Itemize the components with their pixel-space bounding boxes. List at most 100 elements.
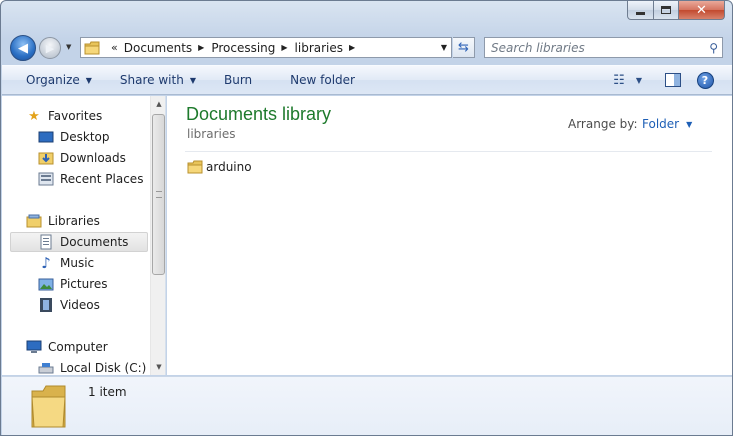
caption-buttons: ✕ xyxy=(627,1,725,20)
breadcrumb-separator-icon[interactable]: ▶ xyxy=(281,43,287,52)
search-placeholder: Search libraries xyxy=(491,40,585,55)
documents-icon xyxy=(40,234,52,250)
grip-icon xyxy=(156,191,162,198)
breadcrumb-overflow[interactable]: « xyxy=(111,41,118,54)
music-icon: ♪ xyxy=(41,254,51,272)
breadcrumb-processing[interactable]: Processing ▶ xyxy=(211,41,294,55)
share-with-label: Share with xyxy=(119,73,184,87)
nav-downloads[interactable]: Downloads xyxy=(38,148,126,168)
share-with-button[interactable]: Share with ▼ xyxy=(112,68,204,92)
scroll-thumb[interactable] xyxy=(152,114,165,275)
burn-label: Burn xyxy=(223,73,253,87)
navigation-pane: ★ Favorites Desktop Downloads Recent Pla… xyxy=(2,96,166,375)
organize-button[interactable]: Organize ▼ xyxy=(18,68,100,92)
refresh-button[interactable]: ⇆ xyxy=(453,37,475,58)
item-count: 1 item xyxy=(88,385,127,399)
scroll-up-icon[interactable]: ▲ xyxy=(151,96,165,112)
breadcrumb-label: Processing xyxy=(211,40,276,55)
help-icon: ? xyxy=(696,71,714,89)
nav-label: Favorites xyxy=(48,109,103,123)
close-icon: ✕ xyxy=(696,2,707,18)
videos-icon xyxy=(40,298,52,312)
nav-documents[interactable]: Documents xyxy=(10,232,148,252)
organize-label: Organize xyxy=(26,73,80,87)
folder-icon xyxy=(31,385,66,428)
preview-pane-button[interactable] xyxy=(660,69,686,91)
nav-label: Videos xyxy=(60,298,100,312)
search-input[interactable]: Search libraries ⚲ xyxy=(484,37,723,58)
chevron-down-icon: ▼ xyxy=(686,119,693,129)
nav-local-disk[interactable]: Local Disk (C:) xyxy=(38,358,146,375)
nav-libraries[interactable]: Libraries xyxy=(26,211,100,231)
new-folder-button[interactable]: New folder xyxy=(282,68,363,92)
nav-desktop[interactable]: Desktop xyxy=(38,127,110,147)
nav-music[interactable]: ♪ Music xyxy=(38,253,94,273)
help-button[interactable]: ? xyxy=(692,69,718,91)
breadcrumb-label: Documents xyxy=(123,40,193,55)
address-history-dropdown[interactable]: ▼ xyxy=(441,43,447,52)
close-button[interactable]: ✕ xyxy=(679,1,725,20)
nav-label: Pictures xyxy=(60,277,108,291)
list-item[interactable]: arduino xyxy=(187,160,252,174)
scroll-down-icon[interactable]: ▼ xyxy=(151,359,165,375)
back-arrow-icon: ◀ xyxy=(18,40,28,56)
details-pane: 1 item xyxy=(2,376,732,435)
maximize-button[interactable] xyxy=(654,1,679,20)
nav-recent-places[interactable]: Recent Places xyxy=(38,169,143,189)
burn-button[interactable]: Burn xyxy=(216,68,260,92)
breadcrumb-separator-icon[interactable]: ▶ xyxy=(198,43,204,52)
file-name: arduino xyxy=(206,160,252,174)
local-disk-icon xyxy=(38,363,54,374)
downloads-folder-icon xyxy=(38,152,54,165)
new-folder-label: New folder xyxy=(290,73,355,87)
breadcrumb-label: libraries xyxy=(294,40,344,55)
command-bar: Organize ▼ Share with ▼ Burn New folder ☷ … xyxy=(2,65,732,95)
breadcrumb-separator-icon[interactable]: ▶ xyxy=(349,43,355,52)
back-button[interactable]: ◀ xyxy=(10,35,36,61)
breadcrumb-documents[interactable]: Documents ▶ xyxy=(124,41,212,55)
content-pane: Documents library libraries Arrange by: … xyxy=(167,96,732,375)
folder-icon xyxy=(84,41,100,54)
desktop-icon xyxy=(38,131,54,143)
header-divider xyxy=(185,151,712,152)
arrange-by-dropdown[interactable]: Folder ▼ xyxy=(642,117,692,131)
refresh-icon: ⇆ xyxy=(458,40,469,55)
recent-pages-dropdown[interactable]: ▼ xyxy=(66,43,71,51)
nav-favorites[interactable]: ★ Favorites xyxy=(26,106,102,126)
nav-computer[interactable]: Computer xyxy=(26,337,108,357)
libraries-icon xyxy=(26,214,42,228)
view-options-icon: ☷ xyxy=(613,72,625,88)
nav-label: Local Disk (C:) xyxy=(60,361,147,375)
nav-videos[interactable]: Videos xyxy=(38,295,100,315)
forward-button[interactable]: ▶ xyxy=(39,37,61,59)
folder-icon xyxy=(187,160,203,174)
recent-places-icon xyxy=(38,172,54,186)
nav-label: Recent Places xyxy=(60,172,144,186)
view-menu-dropdown[interactable]: ▼ xyxy=(632,69,646,91)
nav-pictures[interactable]: Pictures xyxy=(38,274,108,294)
search-icon[interactable]: ⚲ xyxy=(709,41,718,55)
change-view-button[interactable]: ☷ xyxy=(606,69,632,91)
pictures-icon xyxy=(38,278,54,291)
library-subtitle[interactable]: libraries xyxy=(187,127,235,141)
minimize-icon xyxy=(636,11,645,15)
nav-label: Computer xyxy=(48,340,108,354)
chevron-down-icon: ▼ xyxy=(189,75,196,85)
nav-label: Libraries xyxy=(48,214,100,228)
chevron-down-icon: ▼ xyxy=(635,75,643,85)
arrange-by-value: Folder xyxy=(642,117,680,131)
nav-label: Downloads xyxy=(60,151,126,165)
breadcrumb-libraries[interactable]: libraries ▶ xyxy=(295,41,363,55)
library-title: Documents library xyxy=(186,104,332,124)
star-icon: ★ xyxy=(28,108,40,124)
minimize-button[interactable] xyxy=(627,1,654,20)
nav-label: Desktop xyxy=(60,130,110,144)
nav-label: Documents xyxy=(60,235,129,249)
computer-icon xyxy=(26,340,42,353)
forward-arrow-icon: ▶ xyxy=(45,41,55,55)
maximize-icon xyxy=(661,6,671,14)
address-bar[interactable]: « Documents ▶ Processing ▶ libraries ▶ ▼ xyxy=(80,37,452,58)
preview-pane-icon xyxy=(665,73,681,87)
nav-scrollbar[interactable]: ▲ ▼ xyxy=(150,96,165,375)
arrange-by-label: Arrange by: xyxy=(568,117,638,131)
